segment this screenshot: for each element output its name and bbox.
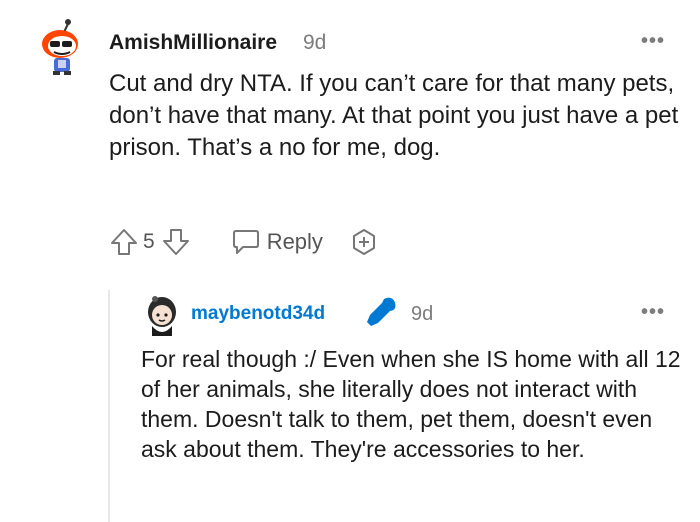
thread-line[interactable] — [108, 290, 110, 522]
reply-timestamp: 9d — [411, 303, 434, 325]
award-icon[interactable] — [349, 227, 379, 257]
reply-more-options-button[interactable]: ••• — [641, 301, 665, 324]
microphone-icon — [362, 293, 400, 331]
reply-username[interactable]: maybenotd34d — [191, 303, 325, 325]
comment-timestamp: 9d — [303, 31, 327, 54]
reply-bubble-icon — [231, 228, 261, 256]
comment-actions: 5 Reply — [109, 224, 379, 260]
reply-button[interactable]: Reply — [231, 228, 323, 256]
more-options-button[interactable]: ••• — [641, 30, 665, 53]
downvote-icon[interactable] — [161, 227, 191, 257]
user-avatar[interactable] — [38, 18, 84, 76]
upvote-icon[interactable] — [109, 227, 139, 257]
reply-body: For real though :/ Even when she IS home… — [141, 346, 681, 462]
reply-label: Reply — [266, 229, 323, 254]
comment-body: Cut and dry NTA. If you can’t care for t… — [109, 70, 679, 161]
comment-username[interactable]: AmishMillionaire — [109, 31, 277, 55]
vote-count: 5 — [143, 230, 155, 253]
reply-user-avatar[interactable] — [143, 294, 181, 336]
